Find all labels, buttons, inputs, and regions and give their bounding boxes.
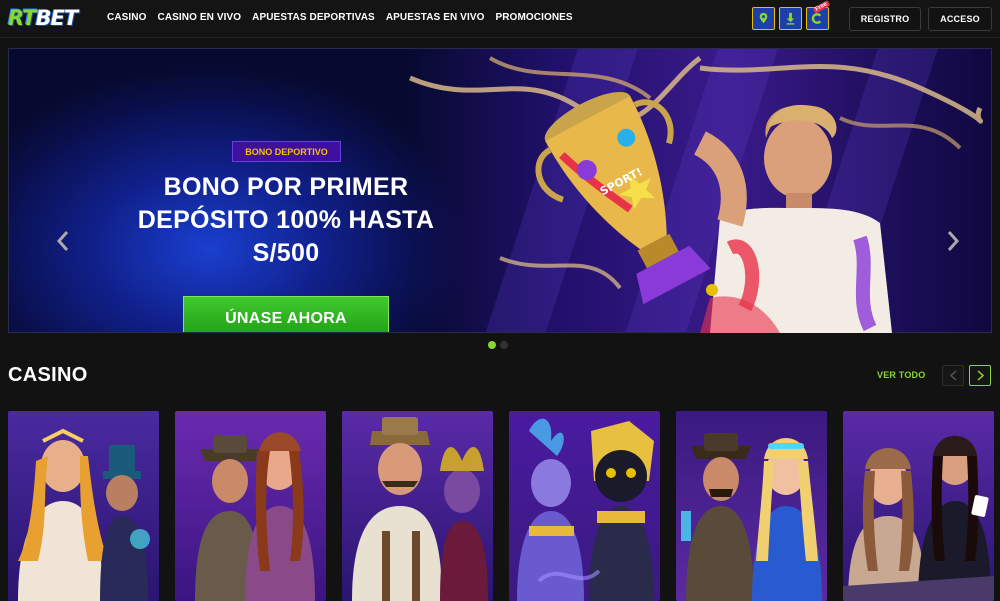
chevron-right-icon <box>976 370 984 381</box>
game-card-wizard-cowboy[interactable] <box>676 411 827 601</box>
register-button[interactable]: REGISTRO <box>849 7 921 31</box>
nav-live-betting[interactable]: APUESTAS EN VIVO <box>386 12 485 23</box>
quick-icons: Free <box>752 0 831 30</box>
banner-pagination <box>488 341 508 349</box>
casino-section-title: CASINO <box>8 364 88 386</box>
game-card-goddess-sorcerer[interactable] <box>8 411 159 601</box>
logo-bet-text: BET <box>35 6 79 30</box>
game-card-genie-cat-pharaoh[interactable] <box>509 411 660 601</box>
see-all-link[interactable]: VER TODO <box>877 370 925 380</box>
site-header: RTBET CASINO CASINO EN VIVO APUESTAS DEP… <box>0 0 1000 38</box>
casino-prev-button[interactable] <box>942 365 964 386</box>
nav-casino[interactable]: CASINO <box>107 12 147 23</box>
game-card-explorer-jester[interactable] <box>342 411 493 601</box>
logo-rt-text: RT <box>8 6 37 30</box>
free-coin-icon[interactable]: Free <box>806 0 831 30</box>
banner-prev-arrow[interactable] <box>53 229 73 253</box>
site-logo[interactable]: RTBET <box>8 6 79 30</box>
promo-tag: BONO DEPORTIVO <box>232 141 341 162</box>
join-now-button[interactable]: ÚNASE AHORA <box>183 296 389 332</box>
casino-games-row <box>8 411 994 601</box>
nav-sports-betting[interactable]: APUESTAS DEPORTIVAS <box>252 12 375 23</box>
download-icon[interactable] <box>779 7 802 30</box>
game-card-adventurers[interactable] <box>175 411 326 601</box>
nav-promotions[interactable]: PROMOCIONES <box>495 12 572 23</box>
login-button[interactable]: ACCESO <box>928 7 992 31</box>
casino-next-button[interactable] <box>969 365 991 386</box>
banner-dot-2[interactable] <box>500 341 508 349</box>
nav-casino-live[interactable]: CASINO EN VIVO <box>158 12 242 23</box>
game-card-live-dealers[interactable] <box>843 411 994 601</box>
location-pin-icon[interactable] <box>752 7 775 30</box>
banner-dot-1[interactable] <box>488 341 496 349</box>
chevron-left-icon <box>949 370 957 381</box>
main-nav: CASINO CASINO EN VIVO APUESTAS DEPORTIVA… <box>107 12 573 23</box>
banner-illustration: SPORT! <box>400 48 992 333</box>
